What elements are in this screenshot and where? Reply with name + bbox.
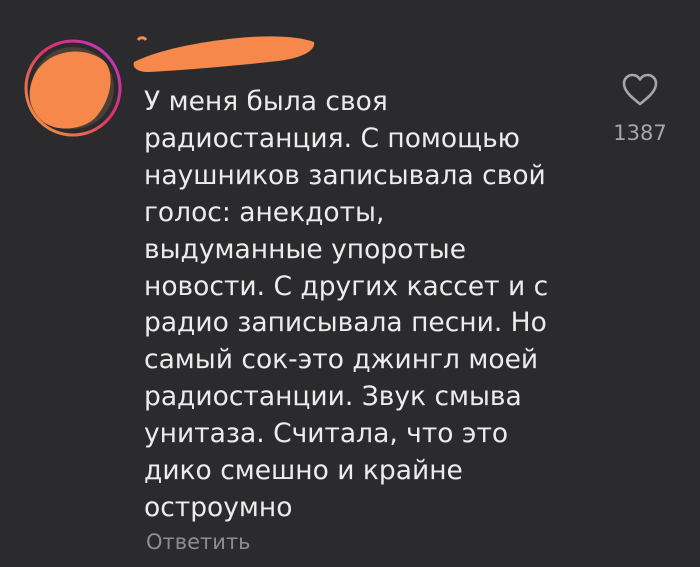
like-count: 1387 xyxy=(613,121,667,145)
comment-item: У меня была своя радиостанция. С помощью… xyxy=(0,0,700,567)
comment-text: У меня была своя радиостанция. С помощью… xyxy=(144,86,549,523)
reply-button[interactable]: Ответить xyxy=(146,524,251,560)
avatar[interactable] xyxy=(23,38,123,138)
like-group: 1387 xyxy=(600,70,680,148)
username-redaction xyxy=(133,36,315,72)
heart-outline-icon[interactable] xyxy=(620,70,660,110)
